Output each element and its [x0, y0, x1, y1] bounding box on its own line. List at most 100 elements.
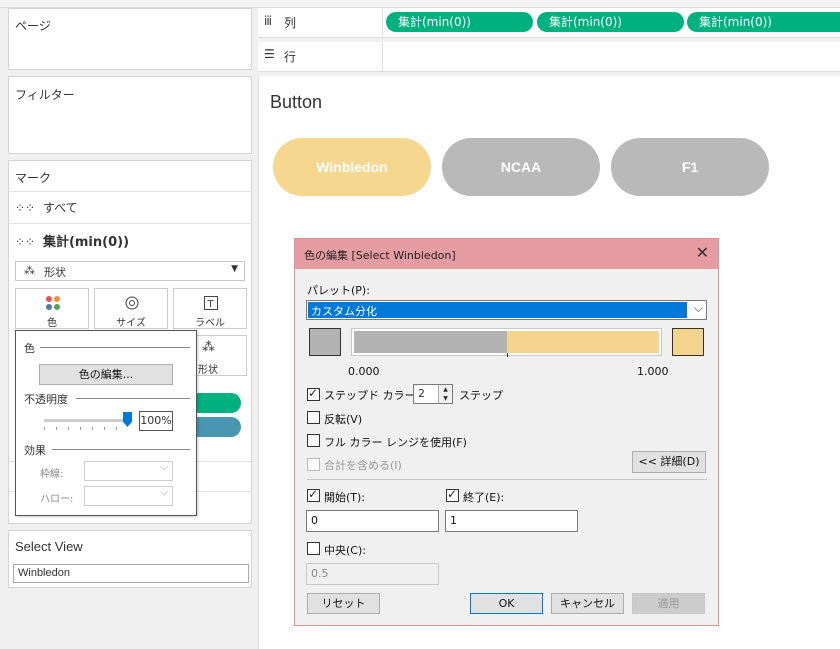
- color-popup: 色 色の編集... 不透明度 100% 効果 枠線: ⌵ ハロー: ⌵: [15, 330, 197, 516]
- worksheet-title: Button: [270, 92, 323, 112]
- palette-label: パレット(P):: [307, 284, 370, 297]
- ok-button[interactable]: OK: [470, 593, 543, 614]
- mark-type-label: 形状: [44, 266, 66, 279]
- pages-title: ページ: [15, 19, 51, 33]
- full-range-label: フル カラー レンジを使用(F): [324, 436, 467, 449]
- chevron-down-icon: ⌵: [160, 462, 168, 473]
- column-pill-3[interactable]: 集計(min(0)): [687, 12, 840, 32]
- marks-title: マーク: [15, 171, 52, 185]
- columns-label: 列: [284, 16, 297, 30]
- steps-suffix: ステップ: [459, 389, 503, 402]
- size-mark-button[interactable]: サイズ: [94, 288, 168, 329]
- shape-mark-label: 形状: [198, 365, 218, 376]
- border-dropdown[interactable]: ⌵: [84, 461, 173, 481]
- column-pill-1[interactable]: 集計(min(0)): [386, 12, 533, 32]
- mark-type-dropdown[interactable]: ⁂ 形状 ▼: [15, 261, 245, 281]
- gradient-tick: [507, 353, 508, 357]
- center-label: 中央(C):: [324, 544, 366, 557]
- apply-button[interactable]: 適用: [632, 593, 705, 614]
- border-label: 枠線:: [40, 469, 64, 480]
- rows-icon: ☰: [264, 47, 275, 61]
- center-checkbox[interactable]: [307, 542, 320, 555]
- multi-shape-icon: ⁘⁘: [15, 235, 36, 249]
- steps-spinner[interactable]: 2 ▲ ▼: [413, 384, 453, 404]
- gradient-step-end: [507, 331, 659, 353]
- select-view-panel: Select View Winbledon: [8, 530, 252, 588]
- palette-selected: カスタム分化: [308, 302, 687, 318]
- gradient-max-label: 1.000: [637, 365, 669, 378]
- gradient-step-start: [354, 331, 507, 353]
- marks-card-aggregate[interactable]: ⁘⁘ 集計(min(0)): [15, 231, 129, 251]
- stepped-color-checkbox[interactable]: [307, 386, 320, 401]
- color-palette-icon: [46, 296, 60, 310]
- reverse-checkbox[interactable]: [307, 411, 320, 424]
- label-mark-button[interactable]: T ラベル: [173, 288, 247, 329]
- color-gradient-bar: [351, 328, 662, 357]
- marks-all-label: すべて: [42, 201, 78, 215]
- opacity-slider[interactable]: [44, 412, 132, 427]
- ncaa-button[interactable]: NCAA: [442, 138, 600, 196]
- start-color-swatch[interactable]: [309, 328, 341, 356]
- rows-shelf: ☰ 行: [258, 42, 840, 72]
- shape-icon: ⁂: [24, 264, 35, 277]
- shapes-icon: ⁂: [202, 340, 215, 355]
- color-mark-button[interactable]: 色: [15, 288, 89, 329]
- edit-colors-button[interactable]: 色の編集...: [39, 364, 173, 385]
- color-mark-label: 色: [47, 318, 57, 329]
- edit-colors-dialog: 色の編集 [Select Winbledon] ✕ パレット(P): カスタム分…: [294, 238, 719, 626]
- multi-shape-icon: ⁘⁘: [15, 201, 36, 215]
- svg-text:T: T: [207, 299, 215, 310]
- top-strip: [0, 0, 840, 8]
- dialog-title: 色の編集 [Select Winbledon]: [304, 249, 456, 262]
- chevron-down-icon: ▼: [231, 264, 238, 274]
- cancel-button[interactable]: キャンセル: [551, 593, 624, 614]
- opacity-header: 不透明度: [24, 393, 68, 406]
- start-label: 開始(T):: [324, 491, 366, 504]
- center-value-field[interactable]: 0.5: [306, 563, 439, 585]
- label-mark-label: ラベル: [195, 318, 225, 329]
- include-totals-checkbox[interactable]: [307, 458, 320, 471]
- dialog-separator: [307, 479, 707, 480]
- gradient-min-label: 0.000: [348, 365, 380, 378]
- steps-value: 2: [418, 387, 425, 400]
- effects-header: 効果: [24, 444, 46, 457]
- start-checkbox[interactable]: [307, 487, 320, 502]
- details-button[interactable]: << 詳細(D): [632, 451, 706, 473]
- full-range-checkbox[interactable]: [307, 434, 320, 447]
- halo-dropdown[interactable]: ⌵: [84, 486, 173, 506]
- size-icon: [125, 296, 139, 310]
- marks-aggregate-label: 集計(min(0)): [42, 235, 130, 250]
- column-pill-2[interactable]: 集計(min(0)): [537, 12, 684, 32]
- opacity-value-field[interactable]: 100%: [139, 411, 173, 431]
- halo-label: ハロー:: [40, 494, 74, 505]
- palette-dropdown[interactable]: カスタム分化 ⌵: [306, 300, 707, 320]
- include-totals-label: 合計を含める(I): [324, 459, 402, 472]
- end-value-field[interactable]: 1: [445, 510, 578, 532]
- marks-card-all[interactable]: ⁘⁘ すべて: [15, 199, 78, 219]
- pages-panel: ページ: [8, 8, 252, 70]
- end-label: 終了(E):: [463, 491, 505, 504]
- chevron-down-icon: ⌵: [160, 487, 168, 498]
- filters-panel: フィルター: [8, 76, 252, 154]
- select-view-field[interactable]: Winbledon: [13, 564, 249, 583]
- select-view-title: Select View: [15, 539, 83, 554]
- steps-spin-buttons[interactable]: ▲ ▼: [438, 385, 452, 403]
- winbledon-button[interactable]: Winbledon: [273, 138, 431, 196]
- start-value-field[interactable]: 0: [306, 510, 439, 532]
- text-label-icon: T: [204, 296, 218, 310]
- reverse-label: 反転(V): [324, 413, 363, 426]
- rows-label: 行: [284, 50, 297, 64]
- opacity-slider-thumb[interactable]: [123, 412, 132, 427]
- end-checkbox[interactable]: [446, 487, 459, 502]
- opacity-ticks: [44, 427, 128, 430]
- reset-button[interactable]: リセット: [307, 593, 380, 614]
- end-color-swatch[interactable]: [672, 328, 704, 356]
- color-section-header: 色: [24, 342, 35, 355]
- f1-button[interactable]: F1: [611, 138, 769, 196]
- columns-icon: iii: [264, 14, 272, 28]
- filters-title: フィルター: [15, 88, 75, 102]
- dialog-title-bar: 色の編集 [Select Winbledon] ✕: [295, 239, 718, 269]
- close-icon[interactable]: ✕: [696, 243, 709, 262]
- chevron-down-icon: ⌵: [693, 301, 703, 315]
- size-mark-label: サイズ: [116, 318, 146, 329]
